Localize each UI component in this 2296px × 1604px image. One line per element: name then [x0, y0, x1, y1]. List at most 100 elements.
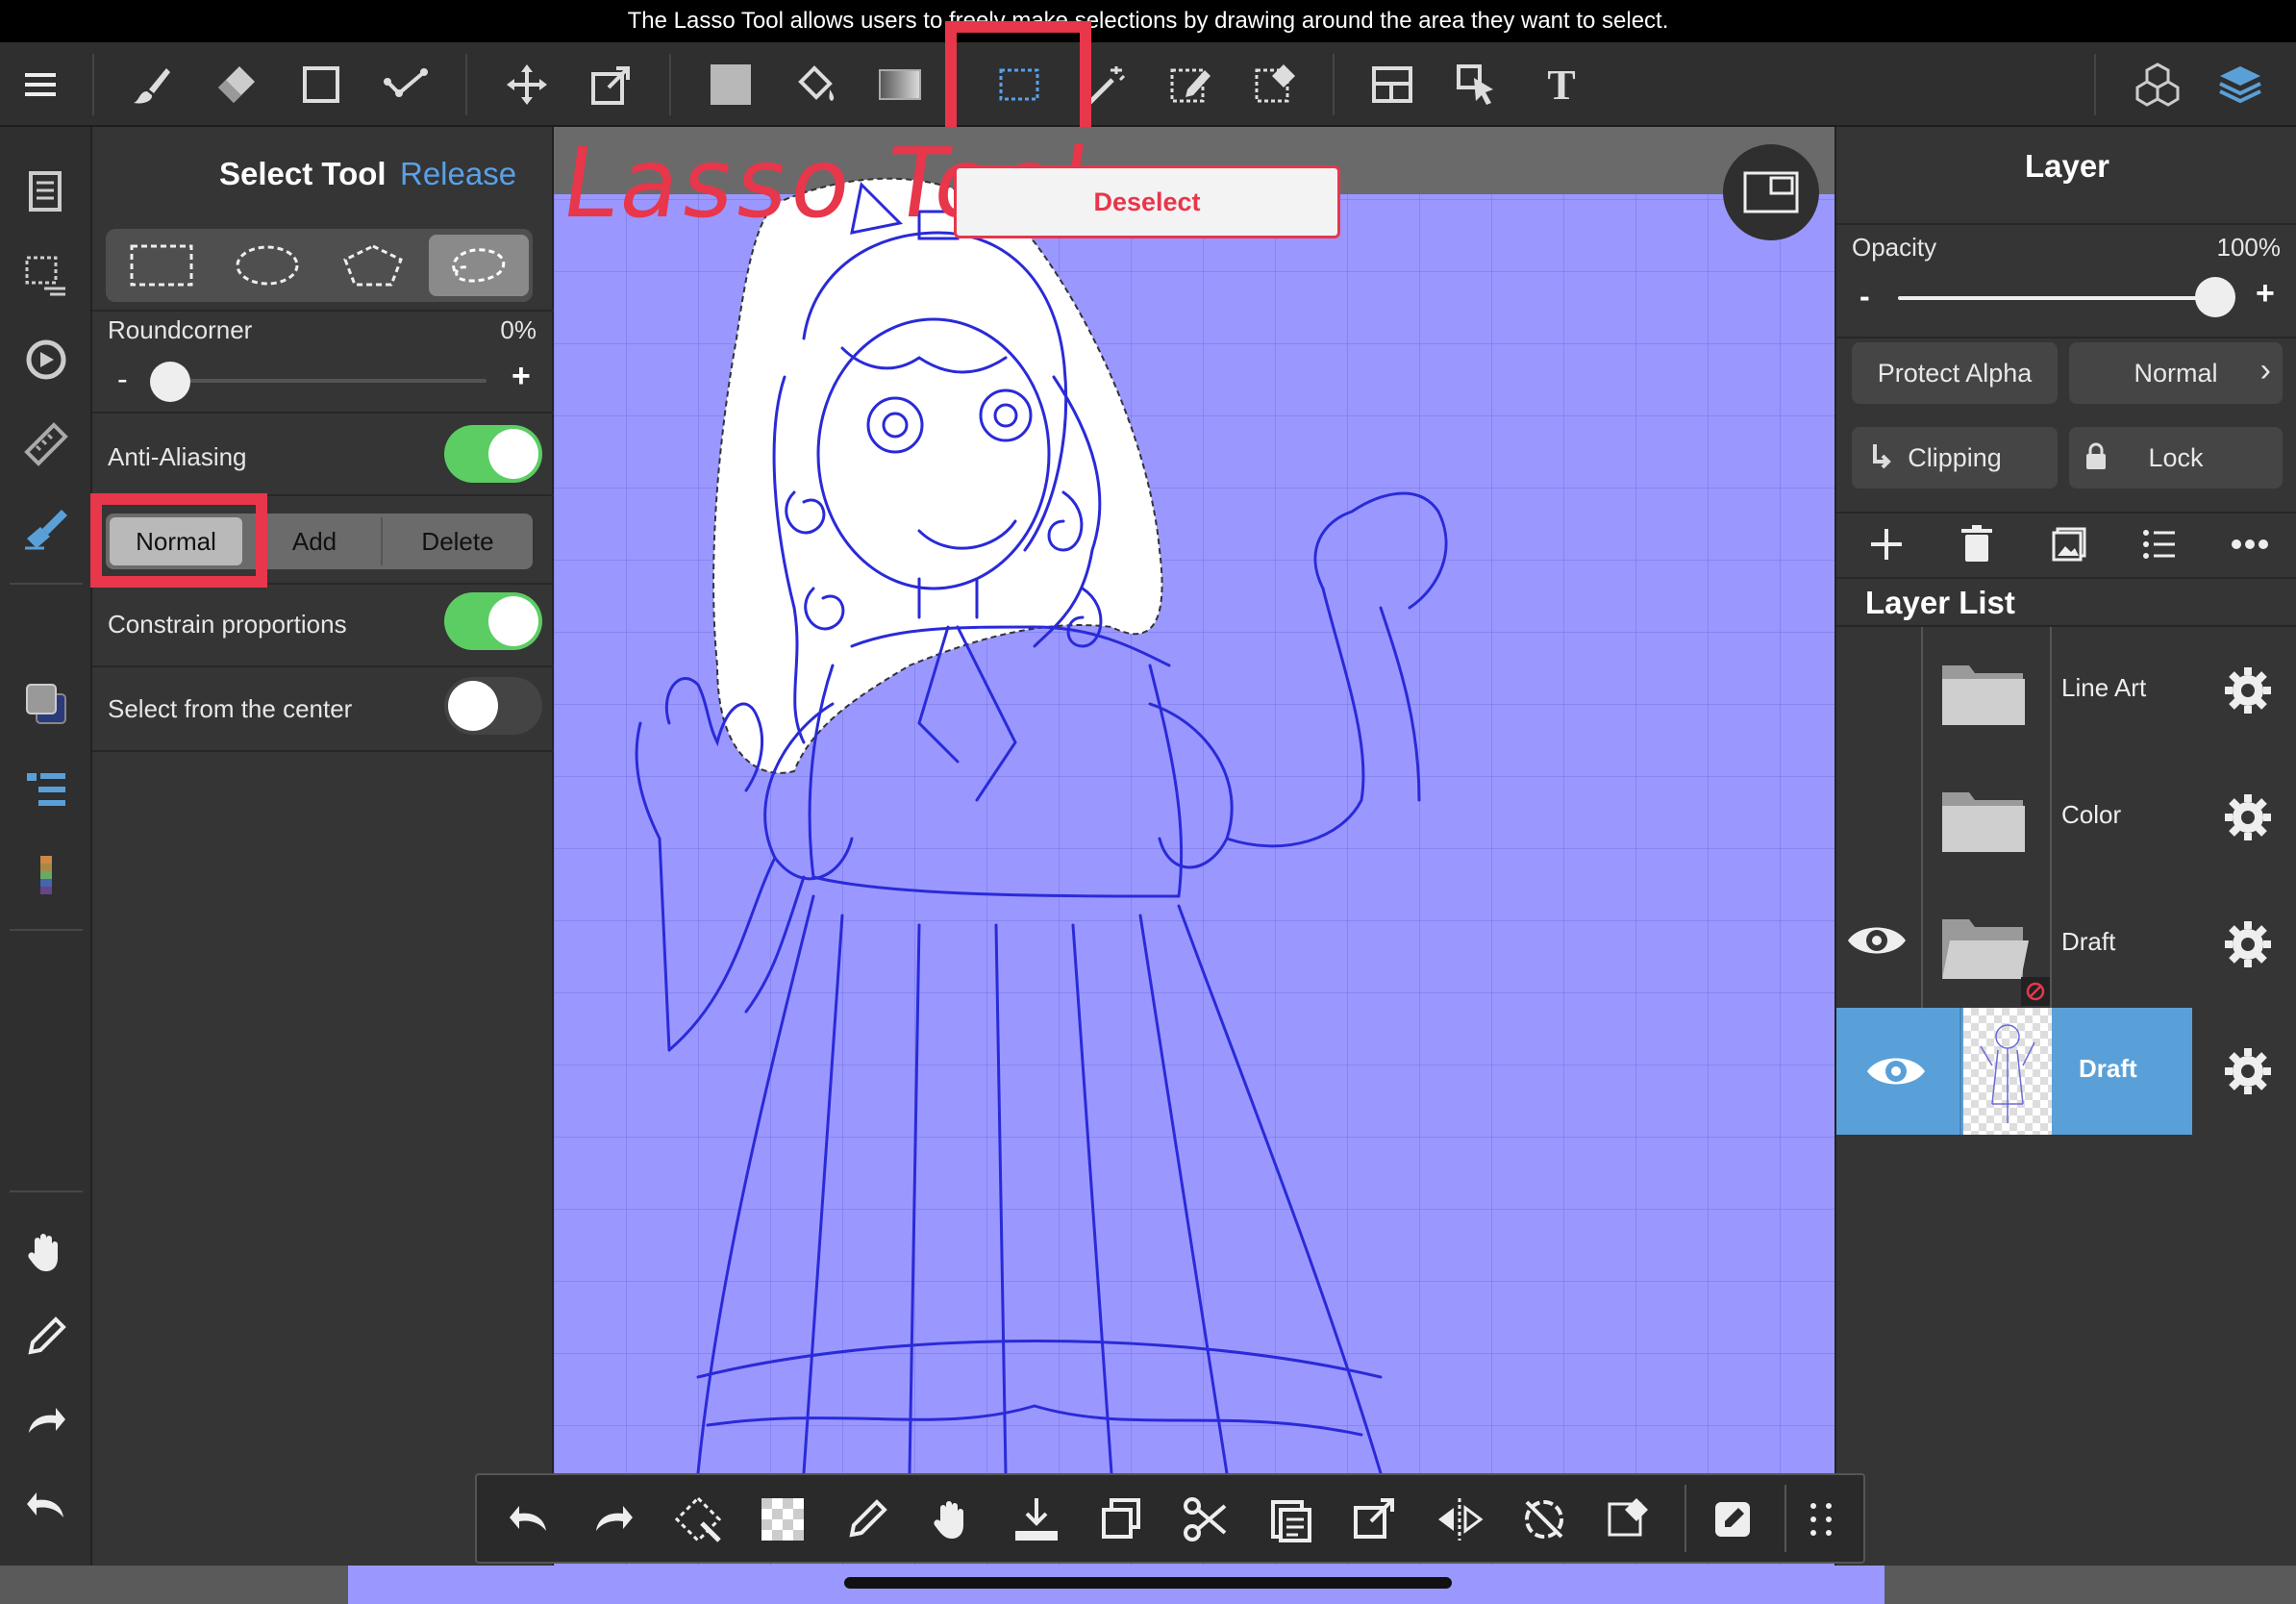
normal-mode-highlight: [90, 493, 267, 588]
layer-row-line-art[interactable]: Line Art: [1836, 627, 2296, 754]
redo-icon[interactable]: [17, 1392, 75, 1450]
eyedropper-icon[interactable]: [17, 1308, 75, 1366]
drawing-canvas[interactable]: Lasso Tool Deselect: [554, 127, 1834, 1566]
lock-label: Lock: [2148, 442, 2204, 472]
menu-icon[interactable]: [12, 56, 69, 113]
undo-icon[interactable]: [498, 1489, 560, 1550]
layer-panel-title: Layer: [2024, 148, 2110, 184]
selection-layer-icon[interactable]: [17, 246, 75, 304]
gear-icon[interactable]: [2219, 662, 2277, 719]
gradient-icon[interactable]: [871, 56, 929, 113]
edit-icon[interactable]: [1702, 1489, 1763, 1550]
more-options-icon[interactable]: [2221, 515, 2279, 573]
layer-name: Draft: [2061, 927, 2116, 956]
clipping-button[interactable]: Clipping: [1852, 427, 2058, 489]
operation-icon[interactable]: [1448, 56, 1506, 113]
layer-row-color[interactable]: Color: [1836, 754, 2296, 881]
bucket-icon[interactable]: [786, 56, 844, 113]
eye-icon[interactable]: [1846, 919, 1908, 966]
roundcorner-slider-knob[interactable]: [150, 362, 190, 402]
layer-row-draft-folder[interactable]: Draft: [1836, 881, 2296, 1008]
opacity-minus[interactable]: -: [1859, 279, 1870, 314]
layer-list-view-icon[interactable]: [2131, 515, 2188, 573]
redo-icon[interactable]: [583, 1489, 644, 1550]
layers-icon[interactable]: [2211, 56, 2269, 113]
rotate-reset-icon[interactable]: [1513, 1489, 1575, 1550]
shape-rectangle-icon[interactable]: [292, 56, 350, 113]
rectangle-select-icon[interactable]: [112, 235, 212, 296]
move-icon[interactable]: [498, 56, 556, 113]
select-eraser-icon[interactable]: [1598, 1489, 1660, 1550]
roundcorner-slider[interactable]: [167, 379, 487, 383]
cut-icon[interactable]: [1175, 1489, 1236, 1550]
lasso-select-icon[interactable]: [429, 235, 529, 296]
clear-icon[interactable]: [752, 1489, 813, 1550]
blend-mode-button[interactable]: Normal ›: [2069, 342, 2283, 404]
panel-title: Select Tool: [219, 156, 387, 191]
grid-menu-icon[interactable]: [1790, 1489, 1852, 1550]
add-layer-icon[interactable]: [1858, 515, 1915, 573]
anti-aliasing-toggle[interactable]: [444, 425, 542, 483]
eye-icon[interactable]: [1865, 1050, 1927, 1097]
opacity-label: Opacity: [1852, 233, 1937, 262]
select-pen-icon[interactable]: [1161, 56, 1219, 113]
hand-icon[interactable]: [17, 1223, 75, 1281]
snap-icon[interactable]: [17, 331, 75, 388]
image-layer-icon[interactable]: [2040, 515, 2098, 573]
opacity-slider-knob[interactable]: [2195, 277, 2235, 317]
duplicate-icon[interactable]: [1090, 1489, 1152, 1550]
flip-horizontal-icon[interactable]: [1429, 1489, 1490, 1550]
clipping-label: Clipping: [1908, 442, 2002, 472]
opacity-plus[interactable]: +: [2256, 275, 2275, 313]
color-palette-icon[interactable]: [17, 848, 75, 906]
protect-alpha-button[interactable]: Protect Alpha: [1852, 342, 2058, 404]
sketch-illustration: [635, 177, 1448, 1475]
ellipse-select-icon[interactable]: [217, 235, 317, 296]
frame-divider-icon[interactable]: [1363, 56, 1421, 113]
roundcorner-value: 0%: [500, 315, 537, 344]
home-indicator[interactable]: [844, 1577, 1452, 1589]
ruler-icon[interactable]: [17, 415, 75, 473]
hidden-marker-icon: [2021, 977, 2050, 1006]
material-icon[interactable]: [2129, 56, 2186, 113]
center-toggle[interactable]: [444, 677, 542, 735]
lock-button[interactable]: Lock: [2069, 427, 2283, 489]
hand-icon[interactable]: [921, 1489, 983, 1550]
polygon-select-icon[interactable]: [323, 235, 423, 296]
transform-icon[interactable]: [1344, 1489, 1406, 1550]
paste-icon[interactable]: [1260, 1489, 1321, 1550]
undo-icon[interactable]: [17, 1477, 75, 1535]
eraser-icon[interactable]: [208, 56, 265, 113]
select-tool-highlight: [945, 21, 1091, 142]
layer-row-draft-selected[interactable]: Draft: [1836, 1008, 2296, 1135]
text-tool-icon[interactable]: T: [1533, 56, 1590, 113]
roundcorner-minus[interactable]: -: [117, 362, 128, 397]
delete-layer-icon[interactable]: [1948, 515, 2006, 573]
select-eraser-icon[interactable]: [1246, 56, 1304, 113]
pages-icon[interactable]: [17, 162, 75, 219]
constrain-toggle[interactable]: [444, 592, 542, 650]
brush-settings-icon[interactable]: [17, 500, 75, 558]
view-toggle-icon[interactable]: [1723, 144, 1819, 240]
gear-icon[interactable]: [2219, 789, 2277, 846]
selection-transform-icon[interactable]: [667, 1489, 729, 1550]
brush-icon[interactable]: [123, 56, 181, 113]
blend-mode-label: Normal: [2134, 358, 2218, 388]
chevron-right-icon: ›: [2259, 352, 2271, 388]
transform-icon[interactable]: [583, 56, 640, 113]
layer-list-icon[interactable]: [17, 762, 75, 819]
release-button[interactable]: Release: [400, 156, 516, 192]
color-swatch-icon[interactable]: [17, 675, 75, 733]
eyedropper-icon[interactable]: [836, 1489, 898, 1550]
gear-icon[interactable]: [2219, 1042, 2277, 1100]
mode-delete-button[interactable]: Delete: [387, 517, 529, 565]
mode-add-button[interactable]: Add: [248, 517, 383, 565]
roundcorner-plus[interactable]: +: [512, 358, 531, 395]
save-download-icon[interactable]: [1006, 1489, 1067, 1550]
anti-aliasing-label: Anti-Aliasing: [108, 442, 247, 471]
fill-color-icon[interactable]: [702, 56, 760, 113]
opacity-slider[interactable]: [1898, 296, 2215, 300]
gear-icon[interactable]: [2219, 915, 2277, 973]
line-tool-icon[interactable]: [377, 56, 435, 113]
deselect-button[interactable]: Deselect: [954, 165, 1340, 238]
